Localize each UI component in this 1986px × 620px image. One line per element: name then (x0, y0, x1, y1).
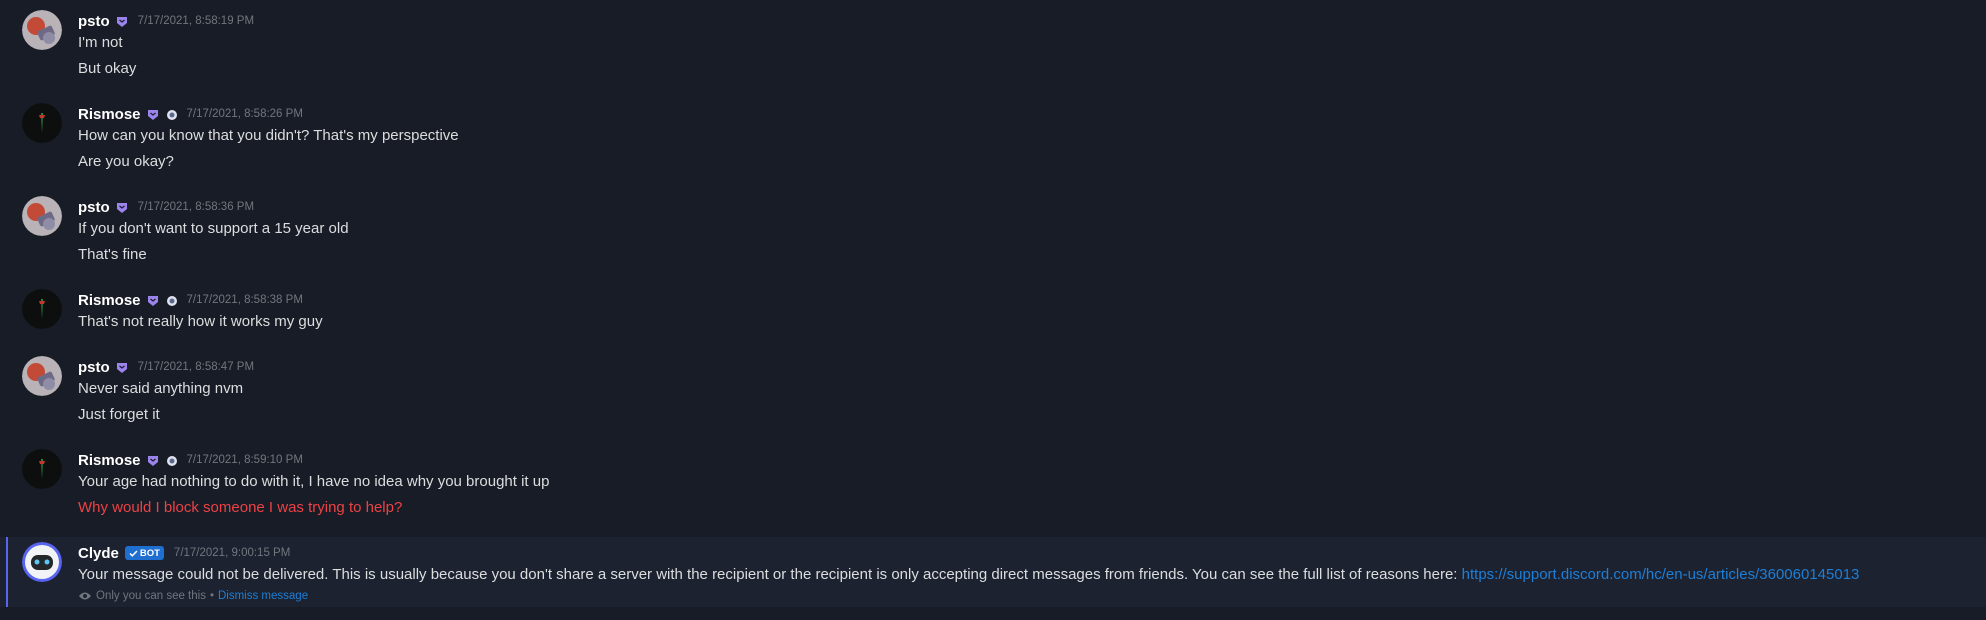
bot-tag: BOT (124, 546, 164, 560)
username[interactable]: Rismose (78, 292, 141, 309)
timestamp: 7/17/2021, 8:58:38 PM (186, 294, 303, 306)
username[interactable]: Rismose (78, 452, 141, 469)
eye-icon (79, 592, 91, 600)
message-text: Are you okay? (78, 153, 174, 170)
username[interactable]: psto (78, 359, 110, 376)
shield-badge-icon[interactable] (116, 361, 128, 373)
message-text: Never said anything nvm (78, 380, 244, 397)
message-header: Rismose 7/17/2021, 8:58:38 PM (78, 289, 303, 311)
shield-badge-icon[interactable] (147, 294, 159, 306)
message-header: psto 7/17/2021, 8:58:19 PM (78, 10, 254, 32)
avatar-rismose[interactable] (22, 103, 62, 143)
boost-gem-icon[interactable] (165, 108, 177, 120)
timestamp: 7/17/2021, 8:58:36 PM (137, 201, 255, 213)
message-text: But okay (78, 60, 137, 77)
avatar-clyde[interactable] (22, 542, 62, 582)
separator: • (209, 590, 214, 602)
message-text: Your age had nothing to do with it, I ha… (78, 473, 550, 490)
ephemeral-accent-bar (6, 537, 8, 607)
only-you-text: Only you can see this (96, 590, 206, 602)
message-text: That's fine (78, 246, 147, 263)
username[interactable]: Rismose (78, 106, 141, 123)
message-text: How can you know that you didn't? That's… (78, 127, 459, 144)
username[interactable]: psto (78, 199, 110, 216)
bot-label: BOT (139, 547, 160, 559)
clyde-message-body: Your message could not be delivered. Thi… (78, 566, 1859, 583)
ephemeral-notice: Only you can see this • Dismiss message (78, 590, 308, 602)
message-header: psto 7/17/2021, 8:58:47 PM (78, 356, 254, 378)
avatar-psto[interactable] (22, 196, 62, 236)
avatar-psto[interactable] (22, 10, 62, 50)
avatar-rismose[interactable] (22, 449, 62, 489)
chat-messages: psto 7/17/2021, 8:58:19 PM I'm not But o… (0, 0, 1986, 620)
message-text: If you don't want to support a 15 year o… (78, 220, 349, 237)
clyde-message-text: Your message could not be delivered. Thi… (78, 566, 1462, 583)
check-icon (129, 549, 138, 557)
avatar-psto[interactable] (22, 356, 62, 396)
timestamp: 7/17/2021, 8:59:10 PM (186, 454, 303, 466)
message-text: I'm not (78, 34, 123, 51)
timestamp: 7/17/2021, 8:58:26 PM (186, 108, 303, 120)
support-link[interactable]: https://support.discord.com/hc/en-us/art… (1462, 566, 1860, 583)
shield-badge-icon[interactable] (116, 201, 128, 213)
username[interactable]: Clyde (78, 545, 119, 562)
message-header: psto 7/17/2021, 8:58:36 PM (78, 196, 254, 218)
message-text: That's not really how it works my guy (78, 313, 323, 330)
timestamp: 7/17/2021, 8:58:47 PM (137, 361, 255, 373)
timestamp: 7/17/2021, 9:00:15 PM (173, 547, 291, 559)
boost-gem-icon[interactable] (165, 294, 177, 306)
dismiss-message-link[interactable]: Dismiss message (218, 590, 308, 602)
message-header: Rismose 7/17/2021, 8:59:10 PM (78, 449, 303, 471)
failed-message-text: Why would I block someone I was trying t… (78, 499, 403, 516)
message-header: Clyde BOT 7/17/2021, 9:00:15 PM (78, 542, 290, 564)
avatar-rismose[interactable] (22, 289, 62, 329)
message-text: Just forget it (78, 406, 160, 423)
shield-badge-icon[interactable] (147, 454, 159, 466)
username[interactable]: psto (78, 13, 110, 30)
shield-badge-icon[interactable] (147, 108, 159, 120)
shield-badge-icon[interactable] (116, 15, 128, 27)
message-header: Rismose 7/17/2021, 8:58:26 PM (78, 103, 303, 125)
boost-gem-icon[interactable] (165, 454, 177, 466)
timestamp: 7/17/2021, 8:58:19 PM (137, 15, 255, 27)
